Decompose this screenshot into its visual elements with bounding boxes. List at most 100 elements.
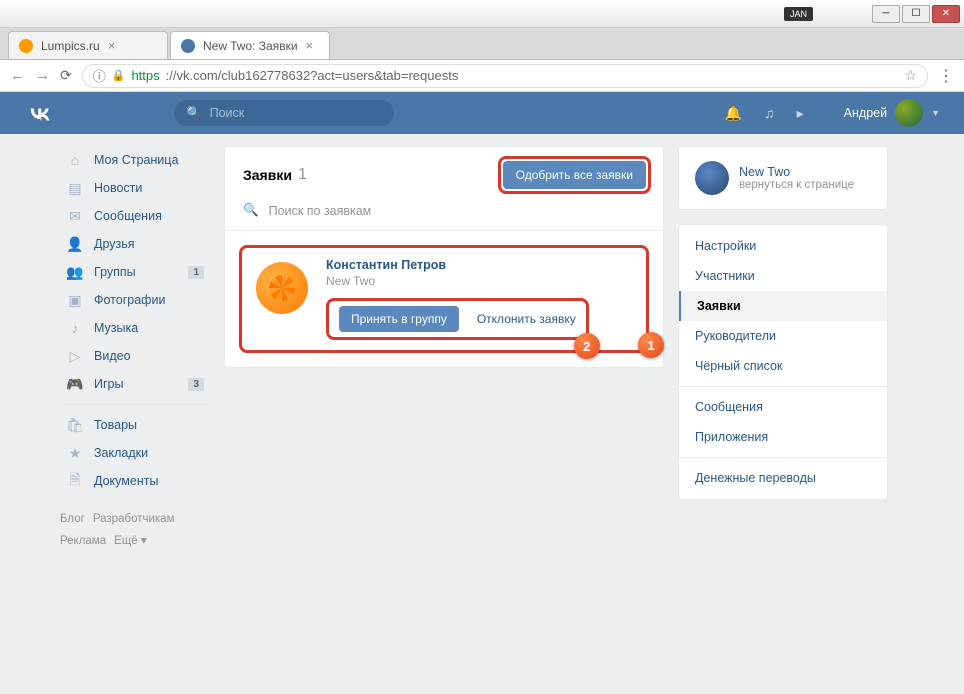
nav-label: Музыка xyxy=(94,321,138,335)
menu-transfers[interactable]: Денежные переводы xyxy=(679,463,887,493)
news-icon: ▤ xyxy=(66,179,84,197)
highlight-request: Константин Петров New Two Принять в груп… xyxy=(239,245,649,353)
nav-label: Фотографии xyxy=(94,293,165,307)
nav-label: Новости xyxy=(94,181,142,195)
nav-divider xyxy=(60,404,210,405)
request-avatar[interactable] xyxy=(252,258,312,318)
annotation-2: 2 xyxy=(574,333,600,359)
url-field[interactable]: ⓘ 🔒 https://vk.com/club162778632?act=use… xyxy=(82,64,928,88)
username: Андрей xyxy=(844,106,887,120)
browser-menu-icon[interactable]: ⋮ xyxy=(938,66,954,86)
tab-close-icon[interactable]: × xyxy=(108,38,116,53)
menu-messages[interactable]: Сообщения xyxy=(679,392,887,422)
window-minimize[interactable]: ─ xyxy=(872,5,900,23)
groups-icon: 👥 xyxy=(66,263,84,281)
url-text: ://vk.com/club162778632?act=users&tab=re… xyxy=(166,68,459,83)
annotation-1: 1 xyxy=(638,332,664,358)
nav-market[interactable]: 🛍 Товары xyxy=(60,411,210,439)
footer-dev[interactable]: Разработчикам xyxy=(93,513,175,525)
nav-bookmarks[interactable]: ★ Закладки xyxy=(60,439,210,467)
window-close[interactable]: ✕ xyxy=(932,5,960,23)
browser-tabbar: Lumpics.ru × New Two: Заявки × xyxy=(0,28,964,60)
request-group: New Two xyxy=(326,274,636,288)
favicon-icon xyxy=(181,39,195,53)
group-return-link[interactable]: вернуться к странице xyxy=(739,179,854,191)
lock-icon: 🔒 xyxy=(112,69,126,82)
menu-managers[interactable]: Руководители xyxy=(679,321,887,351)
notifications-icon[interactable]: 🔔 xyxy=(725,105,742,122)
search-placeholder: Поиск по заявкам xyxy=(269,204,372,218)
requests-card: Заявки 1 Одобрить все заявки 🔍 Поиск по … xyxy=(224,146,664,368)
chevron-down-icon: ▼ xyxy=(931,108,940,118)
search-placeholder: Поиск xyxy=(210,106,245,120)
star-icon: ★ xyxy=(66,444,84,462)
menu-blacklist[interactable]: Чёрный список xyxy=(679,351,887,381)
group-menu: Настройки Участники Заявки Руководители … xyxy=(678,224,888,500)
home-icon: ⌂ xyxy=(66,151,84,169)
nav-friends[interactable]: 👤Друзья xyxy=(60,230,210,258)
requests-search[interactable]: 🔍 Поиск по заявкам xyxy=(225,203,663,231)
menu-settings[interactable]: Настройки xyxy=(679,231,887,261)
header-icons: 🔔 ♫ ▸ xyxy=(725,105,804,122)
footer-more[interactable]: Ещё ▾ xyxy=(114,535,147,547)
decline-link[interactable]: Отклонить заявку xyxy=(477,312,576,326)
games-icon: 🎮 xyxy=(66,375,84,393)
tab-vk[interactable]: New Two: Заявки × xyxy=(170,31,330,59)
requests-count: 1 xyxy=(298,166,307,184)
menu-members[interactable]: Участники xyxy=(679,261,887,291)
nav-photos[interactable]: ▣Фотографии xyxy=(60,286,210,314)
accept-button[interactable]: Принять в группу xyxy=(339,306,459,332)
nav-games[interactable]: 🎮Игры3 xyxy=(60,370,210,398)
nav-label: Друзья xyxy=(94,237,135,251)
vk-header: 🔍 Поиск 🔔 ♫ ▸ Андрей ▼ xyxy=(0,92,964,134)
badge: 3 xyxy=(188,378,204,391)
market-icon: 🛍 xyxy=(66,416,84,434)
header-user[interactable]: Андрей ▼ xyxy=(844,99,940,127)
group-avatar[interactable] xyxy=(695,161,729,195)
nav-my-page[interactable]: ⌂Моя Страница xyxy=(60,146,210,174)
reload-icon[interactable]: ⟳ xyxy=(60,67,72,84)
music-icon: ♪ xyxy=(66,319,84,337)
nav-groups[interactable]: 👥Группы1 xyxy=(60,258,210,286)
tab-close-icon[interactable]: × xyxy=(306,38,314,53)
nav-messages[interactable]: ✉ Сообщения xyxy=(60,202,210,230)
nav-video[interactable]: ▷ Видео xyxy=(60,342,210,370)
group-name[interactable]: New Two xyxy=(739,165,854,179)
avatar xyxy=(895,99,923,127)
page-title: Заявки xyxy=(243,167,292,183)
nav-label: Видео xyxy=(94,349,131,363)
music-icon[interactable]: ♫ xyxy=(764,105,775,121)
address-bar: ← → ⟳ ⓘ 🔒 https://vk.com/club162778632?a… xyxy=(0,60,964,92)
docs-icon: 🗎 xyxy=(66,472,84,490)
nav-music[interactable]: ♪ Музыка xyxy=(60,314,210,342)
nav-label: Документы xyxy=(94,474,158,488)
vk-logo-icon[interactable] xyxy=(24,103,54,123)
tab-lumpics[interactable]: Lumpics.ru × xyxy=(8,31,168,59)
group-card: New Two вернуться к странице xyxy=(678,146,888,210)
highlight-actions: Принять в группу Отклонить заявку 2 xyxy=(326,298,589,340)
nav-back-icon[interactable]: ← xyxy=(10,67,25,84)
nav-label: Товары xyxy=(94,418,137,432)
menu-apps[interactable]: Приложения xyxy=(679,422,887,452)
messages-icon: ✉ xyxy=(66,207,84,225)
nav-forward-icon[interactable]: → xyxy=(35,67,50,84)
menu-requests[interactable]: Заявки xyxy=(679,291,887,321)
nav-label: Группы xyxy=(94,265,136,279)
footer-ads[interactable]: Реклама xyxy=(60,535,106,547)
nav-label: Сообщения xyxy=(94,209,162,223)
menu-divider xyxy=(679,457,887,458)
video-icon: ▷ xyxy=(66,347,84,365)
footer-blog[interactable]: Блог xyxy=(60,513,85,525)
nav-docs[interactable]: 🗎 Документы xyxy=(60,467,210,495)
window-maximize[interactable]: ☐ xyxy=(902,5,930,23)
highlight-approve-all: Одобрить все заявки xyxy=(498,156,651,194)
tab-label: New Two: Заявки xyxy=(203,39,298,53)
bookmark-icon[interactable]: ☆ xyxy=(904,67,917,84)
approve-all-button[interactable]: Одобрить все заявки xyxy=(503,161,646,189)
header-search[interactable]: 🔍 Поиск xyxy=(174,100,394,126)
player-icon[interactable]: ▸ xyxy=(797,105,804,122)
menu-divider xyxy=(679,386,887,387)
nav-label: Закладки xyxy=(94,446,148,460)
request-user-name[interactable]: Константин Петров xyxy=(326,258,636,272)
nav-news[interactable]: ▤ Новости xyxy=(60,174,210,202)
